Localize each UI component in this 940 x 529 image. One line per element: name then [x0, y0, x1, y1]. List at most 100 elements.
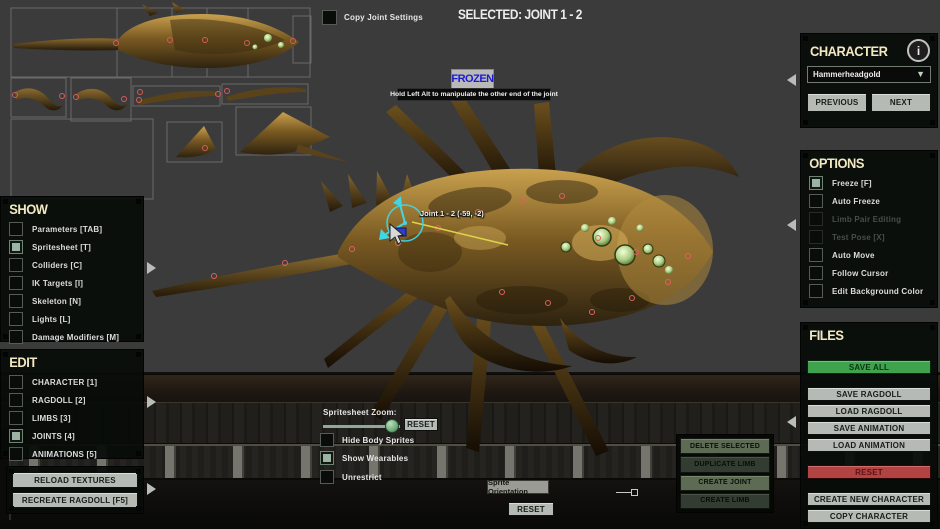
copy-joint-settings-label: Copy Joint Settings	[344, 13, 423, 22]
texture-tools-panel: RELOAD TEXTURES RECREATE RAGDOLL [F5]	[6, 466, 144, 514]
show-item-colliders[interactable]: Colliders [C]	[1, 256, 143, 274]
checkbox[interactable]	[9, 222, 23, 236]
checkbox[interactable]	[809, 284, 823, 298]
main-character-art[interactable]	[152, 91, 739, 456]
spritesheet-zoom-label: Spritesheet Zoom:	[323, 408, 397, 417]
checkbox-label: LIMBS [3]	[32, 414, 71, 423]
spritesheet-zoom-slider-knob[interactable]	[385, 419, 399, 433]
copy-character-button[interactable]: COPY CHARACTER	[807, 509, 931, 523]
next-character-button[interactable]: NEXT	[871, 93, 931, 112]
checkbox-label: Auto Move	[832, 251, 875, 260]
character-panel-collapse-arrow[interactable]	[787, 74, 796, 86]
checkbox-label: Freeze [F]	[832, 179, 872, 188]
reload-textures-button[interactable]: RELOAD TEXTURES	[12, 472, 138, 488]
checkbox[interactable]	[809, 266, 823, 280]
orientation-dial-widget[interactable]	[616, 492, 632, 493]
files-panel-collapse-arrow[interactable]	[787, 416, 796, 428]
option-freeze[interactable]: Freeze [F]	[801, 174, 937, 192]
checkbox-label: Edit Background Color	[832, 287, 923, 296]
checkbox[interactable]	[9, 429, 23, 443]
option-follow-cursor[interactable]: Follow Cursor	[801, 264, 937, 282]
spritesheet-sprites[interactable]	[14, 2, 348, 162]
info-icon[interactable]: i	[907, 39, 930, 62]
checkbox-label: Skeleton [N]	[32, 297, 81, 306]
show-item-spritesheet[interactable]: Spritesheet [T]	[1, 238, 143, 256]
previous-character-button[interactable]: PREVIOUS	[807, 93, 867, 112]
checkbox-label: Parameters [TAB]	[32, 225, 102, 234]
checkbox	[809, 230, 823, 244]
options-panel: OPTIONS Freeze [F] Auto Freeze Limb Pair…	[800, 150, 938, 308]
recreate-ragdoll-button[interactable]: RECREATE RAGDOLL [F5]	[12, 492, 138, 508]
show-panel: SHOW Parameters [TAB] Spritesheet [T] Co…	[0, 196, 144, 342]
save-animation-button[interactable]: SAVE ANIMATION	[807, 421, 931, 435]
character-dropdown[interactable]: Hammerheadgold ▼	[807, 66, 931, 83]
checkbox[interactable]	[809, 176, 823, 190]
load-ragdoll-button[interactable]: LOAD RAGDOLL	[807, 404, 931, 418]
duplicate-limb-button[interactable]: DUPLICATE LIMB	[680, 456, 770, 472]
edit-item-animations[interactable]: ANIMATIONS [5]	[1, 445, 143, 463]
copy-joint-settings-checkbox[interactable]	[322, 10, 337, 25]
checkbox[interactable]	[9, 330, 23, 344]
load-animation-button[interactable]: LOAD ANIMATION	[807, 438, 931, 452]
option-auto-freeze[interactable]: Auto Freeze	[801, 192, 937, 210]
orientation-dial-handle[interactable]	[631, 489, 638, 496]
files-panel: FILES SAVE ALL SAVE RAGDOLL LOAD RAGDOLL…	[800, 322, 938, 529]
texture-tools-expand-arrow[interactable]	[147, 483, 156, 495]
checkbox[interactable]	[809, 248, 823, 262]
checkbox[interactable]	[9, 276, 23, 290]
checkbox[interactable]	[9, 447, 23, 461]
files-panel-title: FILES	[801, 323, 926, 346]
show-wearables-checkbox[interactable]	[320, 451, 334, 465]
edit-panel-expand-arrow[interactable]	[147, 396, 156, 408]
checkbox[interactable]	[9, 411, 23, 425]
save-ragdoll-button[interactable]: SAVE RAGDOLL	[807, 387, 931, 401]
checkbox[interactable]	[9, 240, 23, 254]
show-panel-title: SHOW	[1, 197, 132, 220]
unrestrict-checkbox[interactable]	[320, 470, 334, 484]
checkbox-label: Follow Cursor	[832, 269, 888, 278]
show-item-skeleton[interactable]: Skeleton [N]	[1, 292, 143, 310]
create-limb-button[interactable]: CREATE LIMB	[680, 493, 770, 509]
hide-body-sprites-checkbox[interactable]	[320, 433, 334, 447]
show-item-lights[interactable]: Lights [L]	[1, 310, 143, 328]
delete-selected-button[interactable]: DELETE SELECTED	[680, 438, 770, 454]
option-auto-move[interactable]: Auto Move	[801, 246, 937, 264]
option-test-pose: Test Pose [X]	[801, 228, 937, 246]
selected-joint-title: SELECTED: JOINT 1 - 2	[414, 6, 627, 22]
joint-tooltip: Hold Left Alt to manipulate the other en…	[397, 88, 551, 101]
reset-button[interactable]: RESET	[807, 465, 931, 479]
show-item-ik-targets[interactable]: IK Targets [I]	[1, 274, 143, 292]
sprite-orientation-label: Sprite Orientation	[487, 480, 549, 494]
sprite-orientation-reset-button[interactable]: RESET	[508, 502, 554, 516]
checkbox[interactable]	[809, 194, 823, 208]
show-panel-expand-arrow[interactable]	[147, 262, 156, 274]
checkbox-label: ANIMATIONS [5]	[32, 450, 97, 459]
checkbox[interactable]	[9, 375, 23, 389]
edit-item-character[interactable]: CHARACTER [1]	[1, 373, 143, 391]
checkbox-label: Lights [L]	[32, 315, 70, 324]
save-all-button[interactable]: SAVE ALL	[807, 360, 931, 374]
spritesheet-zoom-reset-button[interactable]: RESET	[404, 418, 438, 431]
create-new-character-button[interactable]: CREATE NEW CHARACTER	[807, 492, 931, 506]
checkbox-label: Colliders [C]	[32, 261, 82, 270]
option-edit-background-color[interactable]: Edit Background Color	[801, 282, 937, 300]
checkbox[interactable]	[9, 258, 23, 272]
edit-item-ragdoll[interactable]: RAGDOLL [2]	[1, 391, 143, 409]
character-editor-window: Joint 1 - 2 (-59, -2) Copy Joint Setting…	[0, 0, 940, 529]
show-item-parameters[interactable]: Parameters [TAB]	[1, 220, 143, 238]
options-panel-collapse-arrow[interactable]	[787, 219, 796, 231]
checkbox-label: Test Pose [X]	[832, 233, 885, 242]
checkbox[interactable]	[9, 393, 23, 407]
checkbox-label: RAGDOLL [2]	[32, 396, 86, 405]
checkbox-label: IK Targets [I]	[32, 279, 83, 288]
checkbox[interactable]	[9, 312, 23, 326]
checkbox[interactable]	[9, 294, 23, 308]
edit-item-joints[interactable]: JOINTS [4]	[1, 427, 143, 445]
show-item-damage-modifiers[interactable]: Damage Modifiers [M]	[1, 328, 143, 346]
edit-item-limbs[interactable]: LIMBS [3]	[1, 409, 143, 427]
joint-label: Joint 1 - 2 (-59, -2)	[420, 209, 484, 218]
checkbox-label: JOINTS [4]	[32, 432, 75, 441]
chevron-down-icon: ▼	[916, 70, 925, 79]
create-joint-button[interactable]: CREATE JOINT	[680, 475, 770, 491]
frozen-badge: FROZEN	[451, 69, 494, 89]
